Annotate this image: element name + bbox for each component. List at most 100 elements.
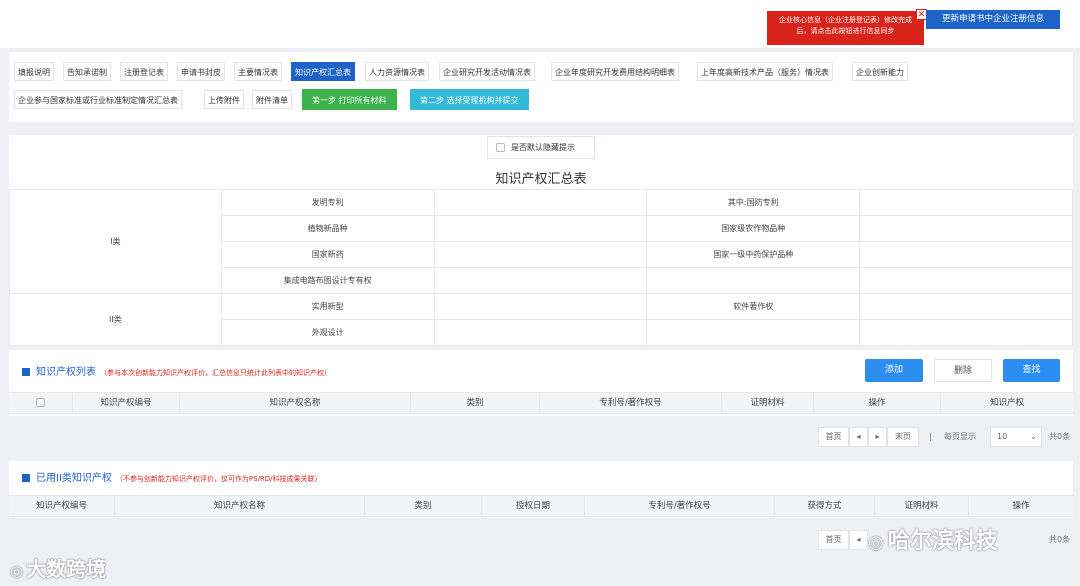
class2-title: 已用II类知识产权 (36, 473, 112, 484)
row-label: 外观设计 (220, 319, 435, 346)
value-cell[interactable] (433, 293, 648, 320)
per-page-value: 10 (997, 432, 1008, 441)
delete-button[interactable]: 删除 (934, 359, 992, 382)
value-cell[interactable] (433, 319, 648, 346)
tab-rd-expenses[interactable]: 企业年度研究开发费用结构明细表 (551, 62, 679, 81)
row-label: 集成电路布图设计专有权 (220, 267, 435, 294)
top-bar: 企业核心信息（企业注册登记表）修改完成后，请点击此按钮进行信息同步 ✕ 更新申请… (0, 0, 1080, 48)
col-actions: 操作 (814, 393, 941, 413)
per-page-select[interactable]: 10 ⌄ (990, 427, 1042, 447)
total-count: 共0条 (1049, 535, 1071, 544)
prev-page-icon[interactable]: ◂ (849, 530, 868, 550)
row-label (646, 267, 861, 294)
ip-list-title: 知识产权列表 (36, 367, 96, 378)
col-ip-name: 知识产权名称 (115, 496, 365, 516)
col-ip-number: 知识产权编号 (73, 393, 180, 413)
first-page-button[interactable]: 首页 (818, 530, 849, 550)
search-button[interactable]: 查找 (1003, 359, 1060, 382)
update-registration-button[interactable]: 更新申请书中企业注册信息 (926, 10, 1060, 29)
tab-innovation[interactable]: 企业创新能力 (852, 62, 908, 81)
tab-human-resources[interactable]: 人力资源情况表 (365, 62, 429, 81)
value-cell[interactable] (433, 241, 648, 268)
tabs-panel: 填报说明 告知承诺制 注册登记表 申请书封皮 主要情况表 知识产权汇总表 人力资… (9, 52, 1073, 122)
col-proof: 证明材料 (722, 393, 814, 413)
next-page-icon[interactable]: ▸ (868, 427, 887, 447)
tab-commitment[interactable]: 告知承诺制 (63, 62, 111, 81)
wechat-icon: ◎ (868, 532, 884, 553)
row-label: 发明专利 (220, 189, 435, 216)
select-all-cell[interactable] (9, 393, 73, 413)
total-count: 共0条 (1049, 432, 1071, 441)
select-all-checkbox[interactable] (36, 398, 45, 407)
ip-list-header: 知识产权列表 （参与本次创新能力知识产权评价，汇总信息只统计此列表中的知识产权） (22, 365, 331, 381)
section-marker-icon (22, 368, 30, 376)
value-cell[interactable] (859, 241, 1073, 268)
row-label: 国家级农作物品种 (646, 215, 861, 242)
tab-rd-activities[interactable]: 企业研究开发活动情况表 (439, 62, 535, 81)
pagination: 首页 ◂ ▸ 末页 | 每页显示 10 ⌄ 共0条 (818, 427, 1080, 447)
col-proof: 证明材料 (875, 496, 969, 516)
row-label: 国家新药 (220, 241, 435, 268)
tab-upload[interactable]: 上传附件 (204, 90, 244, 109)
hide-tips-label: 是否默认隐藏提示 (511, 143, 575, 152)
per-page-label: 每页显示 (944, 432, 976, 441)
col-actions: 操作 (1012, 501, 1030, 511)
row-label: 软件著作权 (646, 293, 861, 320)
row-label: 其中:国防专利 (646, 189, 861, 216)
class2-label: II类 (9, 293, 222, 346)
value-cell[interactable] (433, 189, 648, 216)
page-title: 知识产权汇总表 (495, 172, 587, 187)
ip-list-note: （参与本次创新能力知识产权评价，汇总信息只统计此列表中的知识产权） (100, 369, 331, 377)
col-category: 类别 (365, 496, 482, 516)
col-ip: 知识产权 (989, 398, 1024, 408)
value-cell[interactable] (433, 215, 648, 242)
value-cell[interactable] (859, 189, 1073, 216)
watermark-left: ◎ 大数跨境 (10, 557, 107, 581)
col-ip-number: 知识产权编号 (9, 496, 115, 516)
print-all-button[interactable]: 第一步 打印所有材料 (302, 89, 397, 110)
ip-summary-panel: 是否默认隐藏提示 知识产权汇总表 I类 发明专利 其中:国防专利 植物新品种 国… (9, 135, 1073, 346)
row-label: 实用新型 (220, 293, 435, 320)
value-cell[interactable] (859, 267, 1073, 294)
tab-ip-summary[interactable]: 知识产权汇总表 (291, 62, 355, 81)
row-label: 国家一级中药保护品种 (646, 241, 861, 268)
section-marker-icon (22, 474, 30, 482)
value-cell[interactable] (859, 319, 1073, 346)
ip-list-section: 知识产权列表 （参与本次创新能力知识产权评价，汇总信息只统计此列表中的知识产权） … (9, 350, 1073, 416)
hide-tips-checkbox[interactable]: 是否默认隐藏提示 (487, 136, 595, 159)
submit-button[interactable]: 第二步 选择受理机构并提交 (410, 89, 529, 110)
col-patent-number: 专利号/著作权号 (540, 393, 722, 413)
class2-note: （不参与创新能力知识产权评价，仅可作为PS/RD/科技成果关联） (115, 475, 322, 483)
class2-header: 已用II类知识产权 （不参与创新能力知识产权评价，仅可作为PS/RD/科技成果关联… (22, 471, 322, 487)
tab-main-status[interactable]: 主要情况表 (234, 62, 282, 81)
value-cell[interactable] (859, 215, 1073, 242)
first-page-button[interactable]: 首页 (818, 427, 849, 447)
row-label: 植物新品种 (220, 215, 435, 242)
value-cell[interactable] (433, 267, 648, 294)
class2-header-row: 知识产权编号 知识产权名称 类别 授权日期 专利号/著作权号 获得方式 证明材料… (9, 495, 1073, 517)
tab-instructions[interactable]: 填报说明 (14, 62, 54, 81)
watermark-right: ◎ 哈尔滨科技 (868, 529, 998, 554)
add-button[interactable]: 添加 (865, 359, 923, 382)
sync-alert: 企业核心信息（企业注册登记表）修改完成后，请点击此按钮进行信息同步 ✕ (767, 9, 927, 45)
chat-bubble-icon: ◎ (10, 562, 24, 580)
chevron-down-icon: ⌄ (1030, 432, 1037, 441)
value-cell[interactable] (859, 293, 1073, 320)
pager-separator: | (929, 432, 932, 441)
row-label (646, 319, 861, 346)
col-grant-date: 授权日期 (482, 496, 585, 516)
tab-hitech-products[interactable]: 上年度高新技术产品（服务）情况表 (697, 62, 833, 81)
checkbox-icon[interactable] (496, 143, 505, 152)
class2-section: 已用II类知识产权 （不参与创新能力知识产权评价，仅可作为PS/RD/科技成果关联… (9, 461, 1073, 518)
tab-attachment-list[interactable]: 附件清单 (252, 90, 292, 109)
prev-page-icon[interactable]: ◂ (849, 427, 868, 447)
col-patent-number: 专利号/著作权号 (585, 496, 775, 516)
class1-label: I类 (9, 189, 222, 294)
ip-list-header-row: 知识产权编号 知识产权名称 类别 专利号/著作权号 证明材料 操作 知识产权 (9, 392, 1073, 414)
tab-cover[interactable]: 申请书封皮 (177, 62, 225, 81)
col-ip-name: 知识产权名称 (180, 393, 411, 413)
tab-standards[interactable]: 企业参与国家标准或行业标准制定情况汇总表 (14, 90, 182, 109)
tab-registration[interactable]: 注册登记表 (120, 62, 168, 81)
last-page-button[interactable]: 末页 (887, 427, 919, 447)
col-acquisition: 获得方式 (775, 496, 875, 516)
